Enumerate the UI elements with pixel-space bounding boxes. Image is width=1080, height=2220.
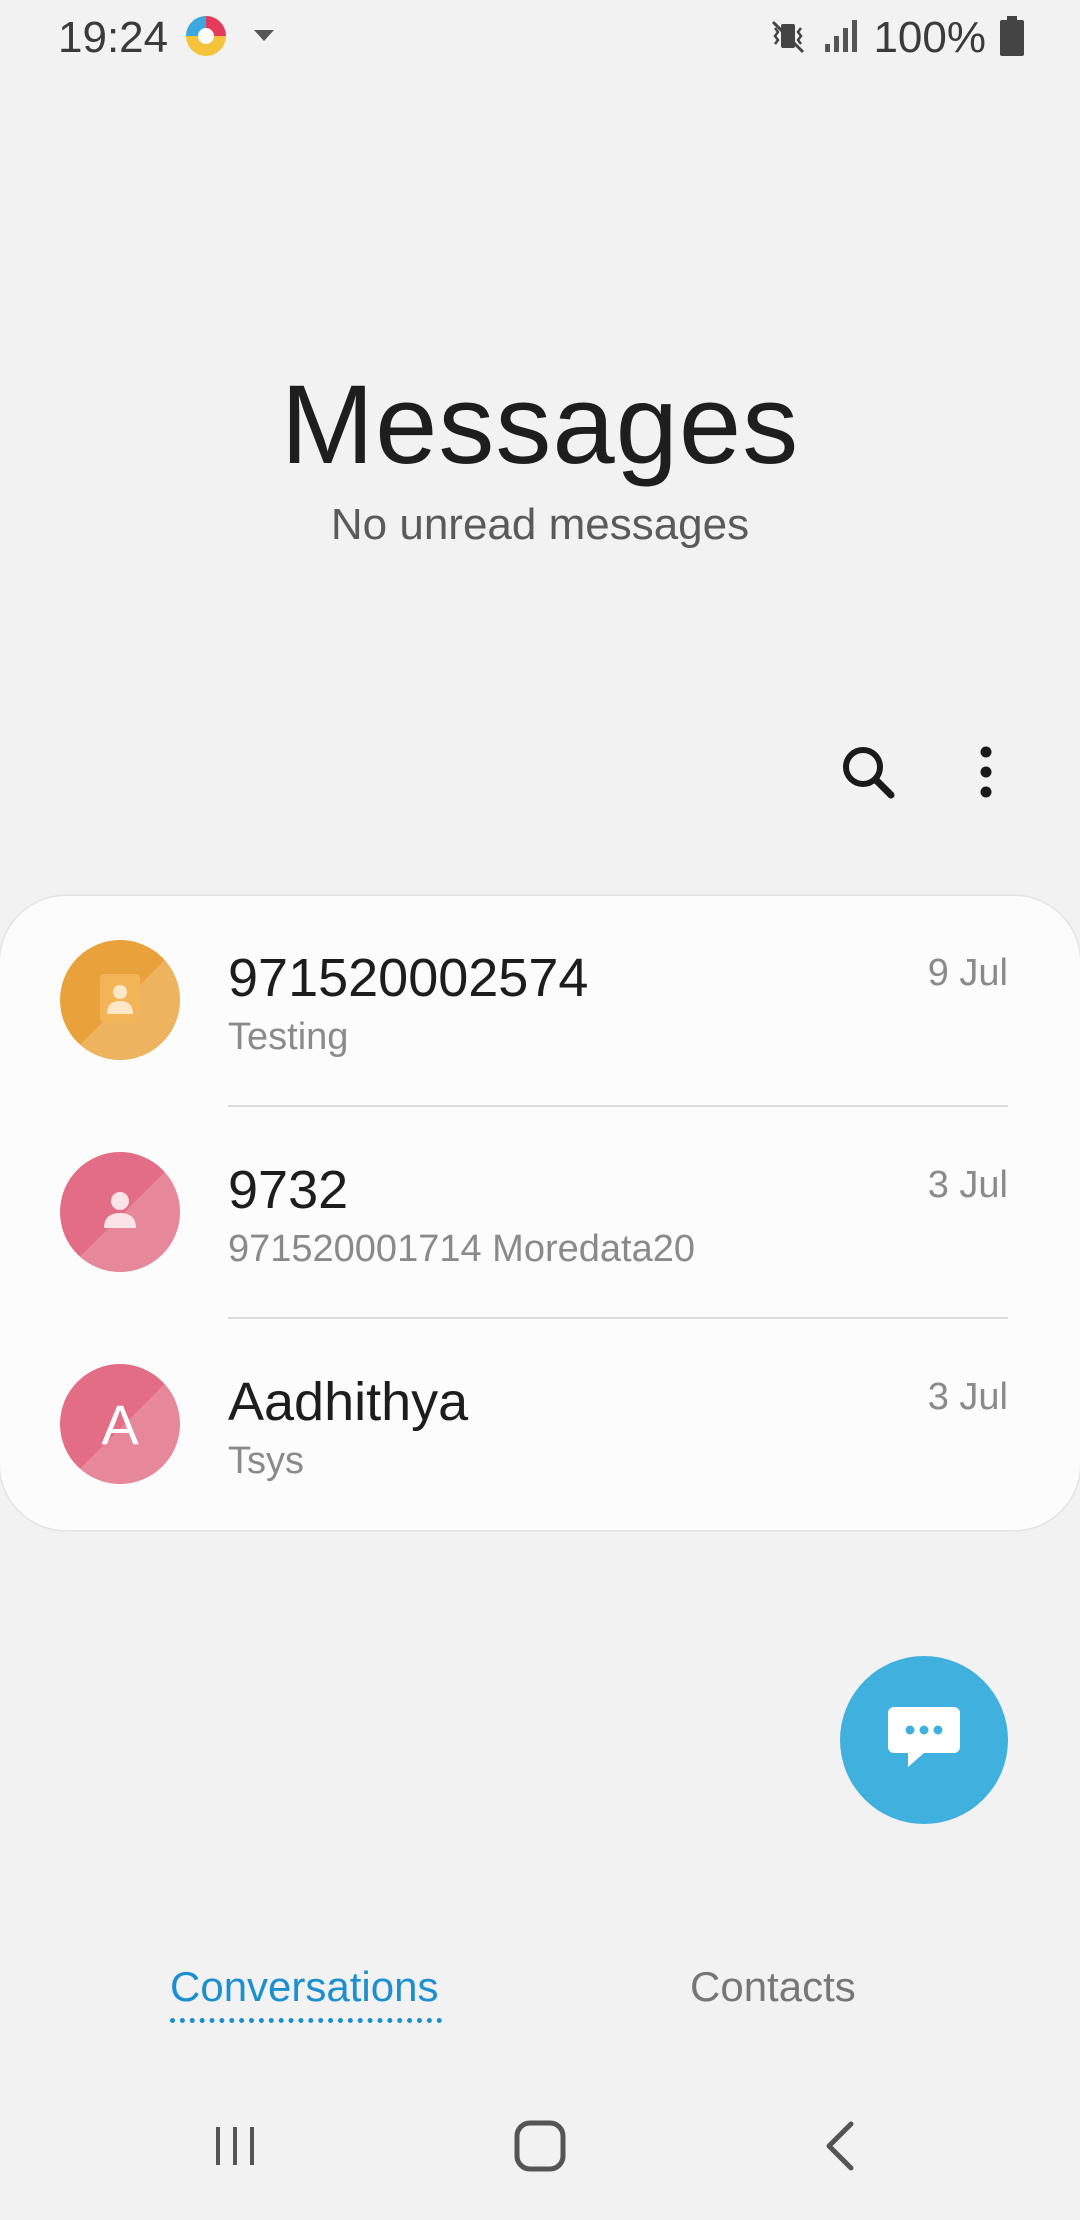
conversation-name: 971520002574 [228,948,589,1008]
divider [228,1105,1008,1107]
person-icon [92,1182,148,1243]
conversation-date: 9 Jul [927,952,1008,994]
back-icon [821,2119,861,2178]
status-time: 19:24 [58,13,169,62]
conversation-row[interactable]: 971520002574 Testing 9 Jul [0,896,1080,1108]
conversation-name: 9732 [228,1160,349,1220]
home-icon [513,2119,567,2178]
tab-contacts[interactable]: Contacts [690,1960,856,2014]
conversation-preview: Tsys [228,1440,304,1482]
tab-conversations[interactable]: Conversations [170,1960,438,2014]
back-button[interactable] [806,2112,876,2184]
recent-apps-icon [210,2121,260,2176]
more-options-button[interactable] [950,738,1022,810]
avatar-letter: A [101,1392,139,1456]
conversation-row[interactable]: A Aadhithya Tsys 3 Jul [0,1320,1080,1530]
conversation-preview: Testing [228,1016,349,1058]
dropdown-caret-icon [254,30,274,41]
search-icon [838,742,898,807]
status-icons: 100% [769,12,1024,64]
avatar [60,940,180,1060]
battery-percent: 100% [873,13,986,62]
unread-status: No unread messages [330,500,750,549]
conversation-list: 971520002574 Testing 9 Jul 9732 97152000… [0,896,1080,1530]
more-options-icon [976,744,996,805]
active-tab-indicator [170,2018,442,2023]
search-button[interactable] [832,738,904,810]
compose-button[interactable] [840,1656,1008,1824]
conversation-row[interactable]: 9732 971520001714 Moredata20 3 Jul [0,1108,1080,1320]
signal-icon [823,18,859,59]
home-button[interactable] [500,2112,580,2184]
app-notification-icon [184,14,228,58]
battery-icon [1000,15,1024,61]
conversation-name: Aadhithya [228,1372,469,1432]
contact-card-icon [90,968,150,1033]
page-title: Messages [280,362,800,487]
avatar [60,1152,180,1272]
conversation-preview: 971520001714 Moredata20 [228,1228,695,1270]
conversation-date: 3 Jul [927,1376,1008,1418]
avatar: A [60,1364,180,1484]
compose-message-icon [886,1703,962,1778]
conversation-date: 3 Jul [927,1164,1008,1206]
recent-apps-button[interactable] [200,2112,270,2184]
divider [228,1317,1008,1319]
vibrate-mute-icon [769,16,809,61]
